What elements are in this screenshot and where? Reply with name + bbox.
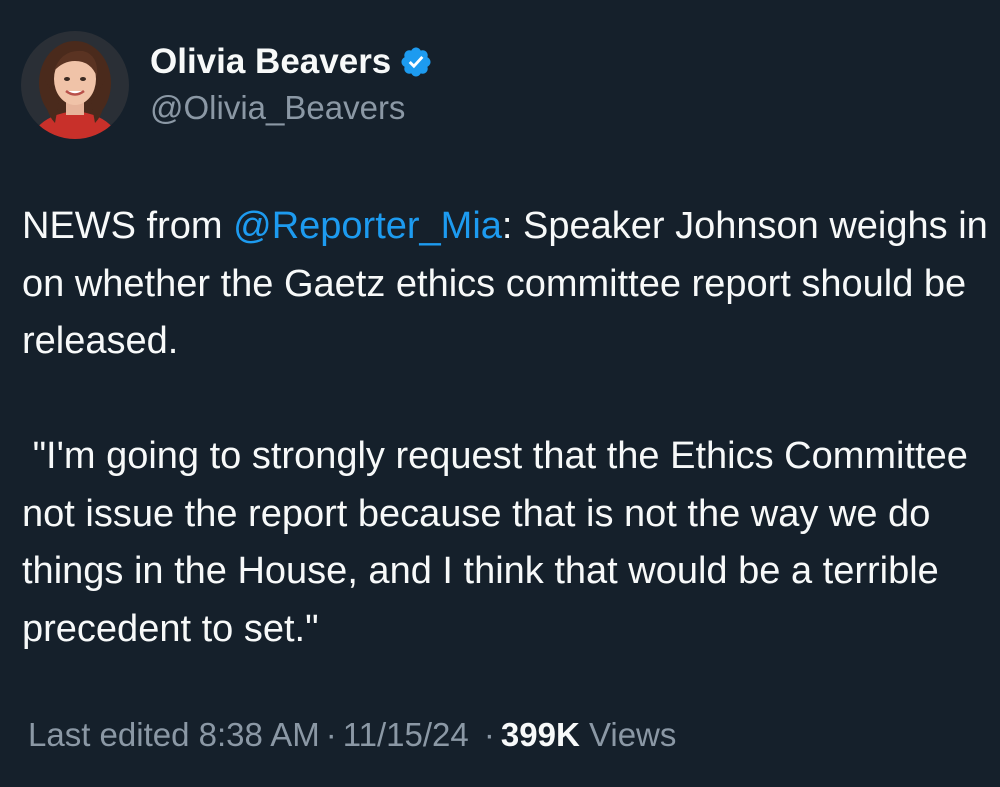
tweet-text-segment: NEWS from <box>22 205 234 247</box>
author-name-row: Olivia Beavers <box>150 38 433 86</box>
tweet-paragraph-2: "I'm going to strongly request that the … <box>22 428 992 658</box>
views-count: 399K <box>500 716 580 753</box>
tweet-date[interactable]: 11/15/24 <box>343 716 469 753</box>
profile-photo-icon <box>21 31 129 139</box>
verified-badge-icon[interactable] <box>399 45 433 79</box>
tweet-card: Olivia Beavers @Olivia_Beavers NEWS from… <box>0 0 1000 787</box>
mention-link[interactable]: @Reporter_Mia <box>233 205 502 247</box>
tweet-text: NEWS from @Reporter_Mia: Speaker Johnson… <box>22 198 992 658</box>
views-label: Views <box>588 716 677 753</box>
tweet-metadata: Last edited 8:38 AM · 11/15/24 · 399K Views <box>28 713 676 757</box>
avatar[interactable] <box>21 31 129 139</box>
author-display-name[interactable]: Olivia Beavers <box>150 38 391 86</box>
metadata-separator: · <box>325 716 337 753</box>
tweet-paragraph-1: NEWS from @Reporter_Mia: Speaker Johnson… <box>22 198 992 371</box>
tweet-quote-text: "I'm going to strongly request that the … <box>22 435 979 650</box>
author-handle[interactable]: @Olivia_Beavers <box>150 86 405 130</box>
metadata-separator: · <box>483 716 495 753</box>
last-edited-timestamp[interactable]: Last edited 8:38 AM <box>28 716 320 753</box>
